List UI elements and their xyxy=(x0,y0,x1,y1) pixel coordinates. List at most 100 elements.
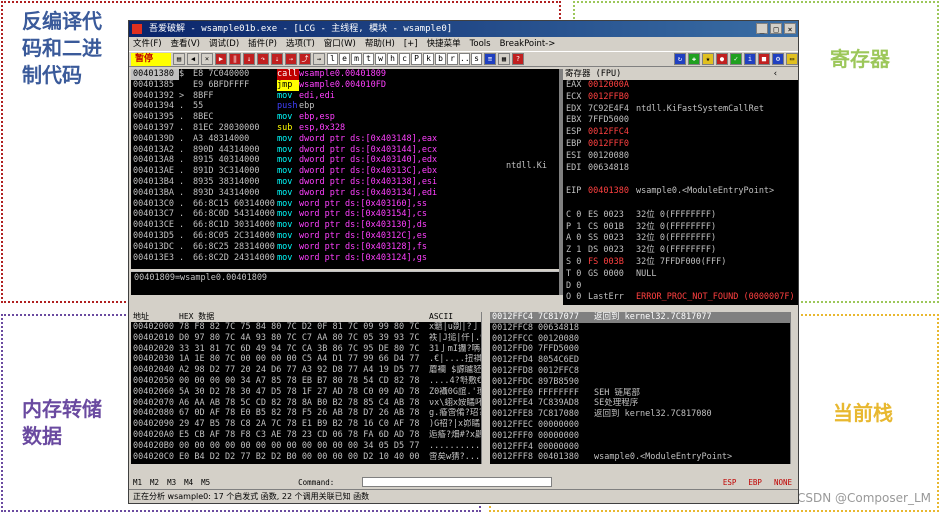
stack-row[interactable]: 0012FFEC 00000000 xyxy=(490,420,790,431)
execute-till-return-icon[interactable]: ⤴ xyxy=(299,53,311,65)
menu-item[interactable]: 窗口(W) xyxy=(324,37,356,51)
disassembly-row[interactable]: 004013B4. 8935 38314000 mov dword ptr ds:[0… xyxy=(131,177,559,188)
register-row[interactable]: C 0 ES 0023 32位 0(FFFFFFFF) xyxy=(563,210,798,222)
disassembly-row[interactable]: 004013C0. 66:8C15 60314000 mov word ptr ds:… xyxy=(131,199,559,210)
step-into-icon[interactable]: ↓ xyxy=(243,53,255,65)
register-row[interactable]: D 0 xyxy=(563,281,798,293)
dump-row[interactable]: 00402040 A2 98 D2 77 20 24 D6 77 A3 92 D8… xyxy=(131,365,481,376)
stack-mode-button[interactable]: NONE xyxy=(774,478,792,487)
menu-item[interactable]: Tools xyxy=(470,37,491,51)
collapse-icon[interactable]: ‹ xyxy=(773,69,778,80)
dump-tab[interactable]: M3 xyxy=(167,478,176,487)
rewind-icon[interactable]: ◀ xyxy=(187,53,199,65)
register-row[interactable] xyxy=(563,174,798,186)
register-row[interactable]: EBP 0012FFF0 xyxy=(563,139,798,151)
disassembly-row[interactable]: 004013A8. 8915 40314000 mov dword ptr ds:[0… xyxy=(131,155,559,166)
disassembly-row[interactable]: 00401397. 81EC 28030000 sub esp,0x328 xyxy=(131,123,559,134)
stack-scrollbar[interactable] xyxy=(790,312,798,464)
window-letter-button[interactable]: c xyxy=(399,53,410,65)
menu-item[interactable]: 调试(D) xyxy=(209,37,239,51)
stack-row[interactable]: 0012FFD0 7FFD5000 xyxy=(490,344,790,355)
list-icon[interactable]: ≡ xyxy=(484,53,496,65)
window-letter-button[interactable]: P xyxy=(411,53,422,65)
folder-icon[interactable]: ▭ xyxy=(786,53,798,65)
register-row[interactable]: EAX 0012000A xyxy=(563,80,798,92)
disassembly-row[interactable]: 004013C7. 66:8C0D 54314000 mov word ptr ds:… xyxy=(131,209,559,220)
disassembly-row[interactable]: 004013D5. 66:8C05 2C314000 mov word ptr ds:… xyxy=(131,231,559,242)
disassembly-pane[interactable]: 00401380 $ E8 7C040000 call wsample0.0040180… xyxy=(131,69,559,269)
dump-header-ascii[interactable]: ASCII xyxy=(429,312,481,322)
window-letter-button[interactable]: s xyxy=(471,53,482,65)
register-row[interactable]: O 0 LastErr ERROR_PROC_NOT_FOUND (0000007F… xyxy=(563,292,798,304)
stack-row[interactable]: 0012FFD4 8054C6ED xyxy=(490,355,790,366)
dump-row[interactable]: 00402090 29 47 B5 78 C8 2A 7C 78 E1 B9 B2… xyxy=(131,419,481,430)
window-letter-button[interactable]: r xyxy=(447,53,458,65)
register-row[interactable]: EBX 7FFD5000 xyxy=(563,115,798,127)
grid-icon[interactable]: ▦ xyxy=(498,53,510,65)
stack-mode-button[interactable]: ESP xyxy=(723,478,737,487)
close-button[interactable]: × xyxy=(784,23,796,34)
memory-dump-pane[interactable]: 地址 HEX 数据 ASCII 00402000 78 F8 82 7C 75 8… xyxy=(131,312,481,464)
dump-row[interactable]: 004020B0 00 00 00 00 00 00 00 00 00 00 00… xyxy=(131,441,481,452)
stack-row[interactable]: 0012FFDC 897B8590 xyxy=(490,377,790,388)
disassembly-row[interactable]: 00401385 E9 6BFDFFFF jmp wsample0.004010FD xyxy=(131,79,559,91)
window-letter-button[interactable]: ... xyxy=(459,53,474,65)
trace-over-icon[interactable]: ⇢ xyxy=(285,53,297,65)
check-icon[interactable]: ✓ xyxy=(730,53,742,65)
register-row[interactable] xyxy=(563,304,798,305)
window-letter-button[interactable]: m xyxy=(351,53,362,65)
dump-row[interactable]: 00402030 1A 1E 80 7C 00 00 00 00 C5 A4 D1… xyxy=(131,354,481,365)
window-letter-button[interactable]: b xyxy=(435,53,446,65)
stack-row[interactable]: 0012FFC4 7C817077 返回到 kernel32.7C817077 xyxy=(490,312,790,323)
disassembly-row[interactable]: 004013BA. 893D 34314000 mov dword ptr ds:[0… xyxy=(131,188,559,199)
menu-item[interactable]: BreakPoint-> xyxy=(500,37,556,51)
registers-header[interactable]: 寄存器 (FPU) ‹ xyxy=(563,69,798,80)
pause-icon[interactable]: ‖ xyxy=(229,53,241,65)
register-row[interactable]: EDX 7C92E4F4 ntdll.KiFastSystemCallRet xyxy=(563,104,798,116)
register-row[interactable]: A 0 SS 0023 32位 0(FFFFFFFF) xyxy=(563,233,798,245)
stack-row[interactable]: 0012FFE8 7C817080 返回到 kernel32.7C817080 xyxy=(490,409,790,420)
dump-tab[interactable]: M1 xyxy=(133,478,142,487)
window-letter-button[interactable]: w xyxy=(375,53,386,65)
menu-item[interactable]: 文件(F) xyxy=(133,37,162,51)
stack-mode-button[interactable]: EBP xyxy=(748,478,762,487)
dump-row[interactable]: 00402050 00 00 00 00 34 A7 85 78 EB B7 80… xyxy=(131,376,481,387)
menu-item[interactable]: [+] xyxy=(404,37,418,51)
star-icon[interactable]: ★ xyxy=(702,53,714,65)
register-row[interactable]: ESP 0012FFC4 xyxy=(563,127,798,139)
window-letter-button[interactable]: l xyxy=(327,53,338,65)
dump-tab[interactable]: M4 xyxy=(184,478,193,487)
plugin-icon[interactable]: ✚ xyxy=(688,53,700,65)
stack-row[interactable]: 0012FFE4 7C839AD8 SE处理程序 xyxy=(490,398,790,409)
maximize-button[interactable]: □ xyxy=(770,23,782,34)
dump-row[interactable]: 00402000 78 F8 82 7C 75 84 80 7C D2 0F 81… xyxy=(131,322,481,333)
window-letter-button[interactable]: h xyxy=(387,53,398,65)
register-row[interactable]: EIP 00401380 wsample0.<ModuleEntryPoint> xyxy=(563,186,798,198)
window-letter-button[interactable]: t xyxy=(363,53,374,65)
menu-item[interactable]: 选项(T) xyxy=(286,37,315,51)
disassembly-row[interactable]: 0040139D. A3 48314000 mov dword ptr ds:[0x4… xyxy=(131,134,559,145)
disassembly-row[interactable]: 004013DC. 66:8C25 28314000 mov word ptr ds:… xyxy=(131,242,559,253)
dump-row[interactable]: 004020A0 E5 CB AF 78 F8 C3 AE 78 23 CD 06… xyxy=(131,430,481,441)
stop-icon[interactable]: ■ xyxy=(758,53,770,65)
dump-tab[interactable]: M2 xyxy=(150,478,159,487)
disassembly-row[interactable]: 00401394. 55 push ebp xyxy=(131,101,559,112)
window-letter-button[interactable]: e xyxy=(339,53,350,65)
run-icon[interactable]: ▶ xyxy=(215,53,227,65)
trace-into-icon[interactable]: ⇣ xyxy=(271,53,283,65)
dump-row[interactable]: 00402060 5A 30 D2 78 30 47 D5 78 1F 27 AD… xyxy=(131,387,481,398)
memory-dump-scrollbar[interactable] xyxy=(481,312,489,464)
disassembly-row[interactable]: 004013E3. 66:8C2D 24314000 mov word ptr ds:… xyxy=(131,253,559,264)
registers-pane[interactable]: 寄存器 (FPU) ‹ EAX 0012000A ECX 0012FFB0 EDX 7C9… xyxy=(563,69,798,305)
stack-pane[interactable]: 0012FFC4 7C817077 返回到 kernel32.7C817077 001… xyxy=(490,312,790,464)
dump-header-address[interactable]: 地址 xyxy=(131,312,179,322)
window-letter-button[interactable]: k xyxy=(423,53,434,65)
disassembly-row[interactable]: 00401392 >8BFF mov edi,edi xyxy=(131,91,559,102)
stack-row[interactable]: 0012FFE0 FFFFFFFF SEH 链尾部 xyxy=(490,388,790,399)
menu-item[interactable]: 帮助(H) xyxy=(365,37,395,51)
dump-row[interactable]: 00402070 A6 AA AB 78 5C CD 82 78 8A B0 B2… xyxy=(131,398,481,409)
disassembly-row[interactable]: 004013AE. 891D 3C314000 mov dword ptr ds:[0… xyxy=(131,166,559,177)
info-icon[interactable]: i xyxy=(744,53,756,65)
register-row[interactable]: ECX 0012FFB0 xyxy=(563,92,798,104)
menu-item[interactable]: 插件(P) xyxy=(248,37,277,51)
